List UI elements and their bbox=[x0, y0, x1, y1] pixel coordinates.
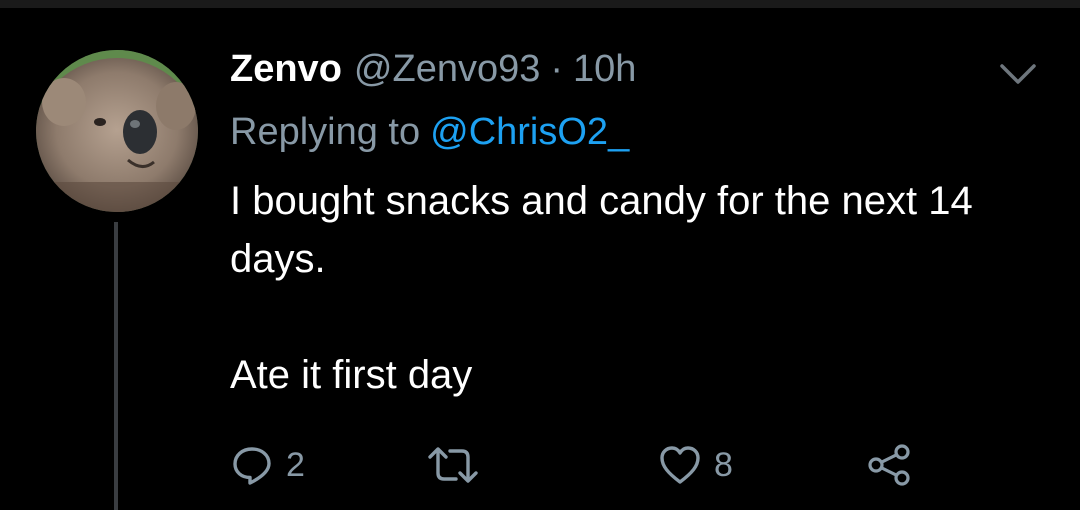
avatar[interactable] bbox=[36, 50, 198, 212]
tweet-text-line: Ate it first day bbox=[230, 353, 473, 397]
chevron-down-icon bbox=[1000, 64, 1036, 84]
display-name[interactable]: Zenvo bbox=[230, 44, 342, 94]
heart-icon bbox=[660, 446, 700, 484]
reply-icon bbox=[233, 447, 271, 485]
share-button[interactable] bbox=[866, 440, 914, 490]
retweet-icon bbox=[428, 447, 478, 483]
share-icon bbox=[868, 444, 910, 486]
replying-to: Replying to @ChrisO2_ bbox=[230, 106, 629, 158]
tweet-actions: 2 8 bbox=[230, 440, 950, 490]
top-divider bbox=[0, 0, 1080, 8]
koala-avatar-icon bbox=[36, 50, 198, 212]
like-count: 8 bbox=[714, 445, 733, 484]
reply-button[interactable]: 2 bbox=[230, 440, 305, 490]
timestamp[interactable]: 10h bbox=[573, 44, 636, 94]
user-handle[interactable]: @Zenvo93 bbox=[354, 44, 540, 94]
tweet-text: I bought snacks and candy for the next 1… bbox=[230, 172, 1030, 404]
retweet-button[interactable] bbox=[426, 440, 480, 490]
more-options-button[interactable] bbox=[994, 56, 1042, 92]
separator-dot: · bbox=[550, 48, 564, 90]
tweet-text-line: I bought snacks and candy for the next 1… bbox=[230, 179, 973, 281]
thread-line bbox=[114, 222, 118, 510]
like-button[interactable]: 8 bbox=[658, 440, 733, 490]
tweet-header: Zenvo @Zenvo93 · 10h bbox=[230, 44, 636, 94]
replying-to-mention-link[interactable]: @ChrisO2_ bbox=[430, 111, 629, 153]
replying-to-label: Replying to bbox=[230, 111, 421, 153]
reply-count: 2 bbox=[286, 445, 305, 484]
